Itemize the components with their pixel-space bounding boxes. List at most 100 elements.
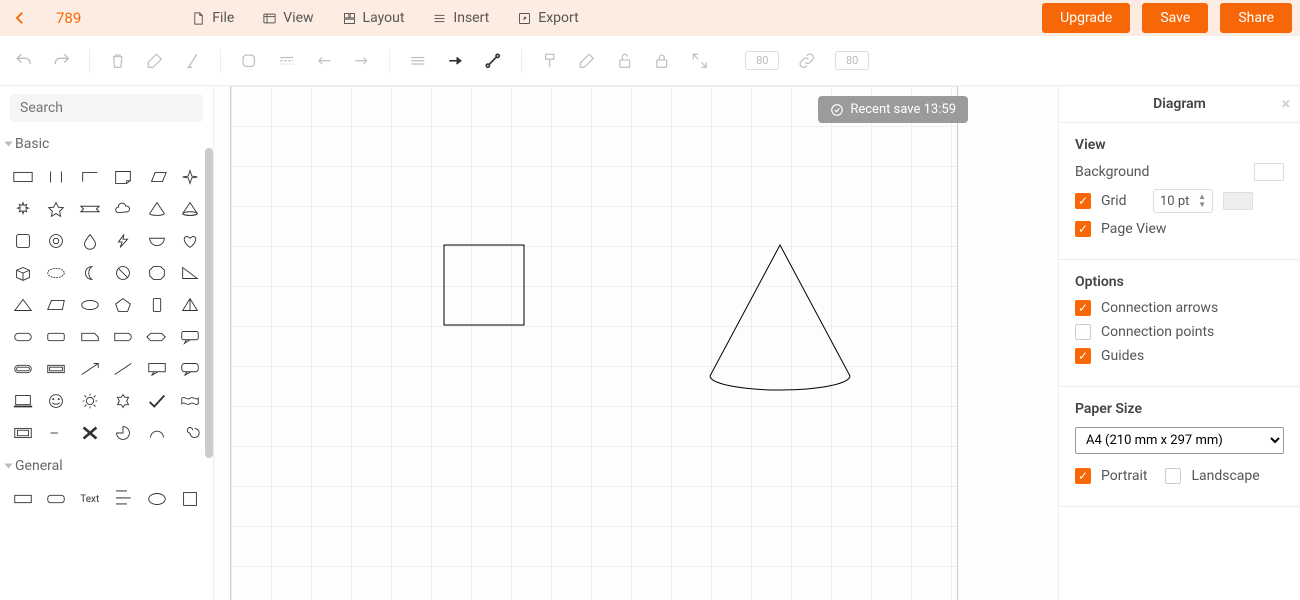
shape-pill[interactable] bbox=[8, 324, 38, 350]
shape-callout[interactable] bbox=[176, 324, 206, 350]
shape-cloud[interactable] bbox=[109, 196, 139, 222]
shape-smiley[interactable] bbox=[42, 388, 72, 414]
canvas-shape-square[interactable] bbox=[443, 244, 525, 326]
lock-open-button[interactable] bbox=[615, 50, 635, 72]
canvas-shape-cone[interactable] bbox=[705, 244, 855, 394]
dim-box-2[interactable]: 80 bbox=[835, 51, 869, 70]
shape-trapezoid[interactable] bbox=[42, 292, 72, 318]
shape-pyramid[interactable] bbox=[176, 292, 206, 318]
shape-lightning[interactable] bbox=[109, 228, 139, 254]
shape-burst[interactable] bbox=[8, 196, 38, 222]
shape-5star[interactable] bbox=[42, 196, 72, 222]
back-button[interactable] bbox=[8, 6, 32, 30]
lock-button[interactable] bbox=[652, 50, 672, 72]
shape-tab[interactable] bbox=[109, 324, 139, 350]
shape-pentagon[interactable] bbox=[109, 292, 139, 318]
shape-4star[interactable] bbox=[176, 164, 206, 190]
shape-banner[interactable] bbox=[75, 196, 105, 222]
shape-laptop[interactable] bbox=[8, 388, 38, 414]
shape-x[interactable] bbox=[75, 420, 105, 446]
menu-file[interactable]: File bbox=[191, 10, 234, 26]
share-button[interactable]: Share bbox=[1220, 3, 1292, 33]
shape-snip-rect[interactable] bbox=[75, 324, 105, 350]
grid-checkbox[interactable]: ✓ bbox=[1075, 193, 1091, 209]
shape-cone-outline[interactable] bbox=[176, 196, 206, 222]
shape-speech-rect[interactable] bbox=[142, 356, 172, 382]
shape-frame[interactable] bbox=[8, 420, 38, 446]
shape-speech-round[interactable] bbox=[176, 356, 206, 382]
dim-box-1[interactable]: 80 bbox=[745, 51, 779, 70]
conn-arrows-checkbox[interactable]: ✓ bbox=[1075, 300, 1091, 316]
redo-button[interactable] bbox=[52, 50, 72, 72]
shape-drop[interactable] bbox=[75, 228, 105, 254]
connection-arrow-button[interactable] bbox=[446, 50, 466, 72]
shape-half-circle[interactable] bbox=[142, 228, 172, 254]
pageview-checkbox[interactable]: ✓ bbox=[1075, 221, 1091, 237]
shape-check[interactable] bbox=[142, 388, 172, 414]
shape-scribble-oval[interactable] bbox=[42, 260, 72, 286]
canvas[interactable]: Recent save 13:59 bbox=[214, 86, 1058, 600]
shape-heart[interactable] bbox=[176, 228, 206, 254]
link-icon[interactable] bbox=[797, 50, 817, 72]
shape-hex-tag[interactable] bbox=[142, 324, 172, 350]
shape-rect-g[interactable] bbox=[8, 486, 38, 512]
shape-minus[interactable] bbox=[42, 420, 72, 446]
shape-rectangle[interactable] bbox=[8, 164, 38, 190]
edit-style-button[interactable] bbox=[145, 50, 165, 72]
landscape-checkbox[interactable] bbox=[1165, 468, 1181, 484]
grid-size-input[interactable]: 10 pt ▲▼ bbox=[1153, 189, 1213, 213]
category-general[interactable]: General bbox=[0, 452, 213, 480]
save-button[interactable]: Save bbox=[1142, 3, 1208, 33]
shape-rounded-g[interactable] bbox=[42, 486, 72, 512]
shape-partial-rect-right[interactable] bbox=[42, 164, 72, 190]
category-basic[interactable]: Basic bbox=[0, 130, 213, 158]
shape-octagon[interactable] bbox=[142, 260, 172, 286]
connection-style-button[interactable] bbox=[408, 50, 428, 72]
shape-ellipse[interactable] bbox=[75, 292, 105, 318]
menu-view[interactable]: View bbox=[262, 10, 313, 26]
guides-checkbox[interactable]: ✓ bbox=[1075, 348, 1091, 364]
line-style-button[interactable] bbox=[277, 50, 297, 72]
shape-corner[interactable] bbox=[75, 164, 105, 190]
format-painter-button[interactable] bbox=[540, 50, 560, 72]
shape-6star[interactable] bbox=[109, 388, 139, 414]
document-title[interactable]: 789 bbox=[56, 9, 81, 27]
portrait-checkbox[interactable]: ✓ bbox=[1075, 468, 1091, 484]
waypoint-button[interactable] bbox=[483, 50, 503, 72]
background-swatch[interactable] bbox=[1254, 163, 1284, 181]
shape-triangle[interactable] bbox=[8, 292, 38, 318]
search-input[interactable] bbox=[20, 100, 198, 116]
shape-ticket[interactable] bbox=[42, 356, 72, 382]
shape-sun[interactable] bbox=[75, 388, 105, 414]
arrow-end-button[interactable] bbox=[352, 50, 372, 72]
menu-layout[interactable]: Layout bbox=[342, 10, 405, 26]
shape-line[interactable] bbox=[109, 356, 139, 382]
shape-parallelogram[interactable] bbox=[142, 164, 172, 190]
shape-rounded-rect[interactable] bbox=[42, 324, 72, 350]
shape-rounded-square[interactable] bbox=[8, 228, 38, 254]
shape-pill-vert[interactable] bbox=[142, 292, 172, 318]
conn-points-checkbox[interactable] bbox=[1075, 324, 1091, 340]
delete-button[interactable] bbox=[108, 50, 128, 72]
shape-ticket-round[interactable] bbox=[8, 356, 38, 382]
upgrade-button[interactable]: Upgrade bbox=[1042, 3, 1130, 33]
grid-color-swatch[interactable] bbox=[1223, 192, 1253, 210]
search-box[interactable] bbox=[10, 94, 203, 122]
expand-button[interactable] bbox=[690, 50, 710, 72]
menu-insert[interactable]: Insert bbox=[432, 10, 489, 26]
shape-spiral[interactable] bbox=[176, 420, 206, 446]
eraser-button[interactable] bbox=[577, 50, 597, 72]
paper-size-select[interactable]: A4 (210 mm x 297 mm) bbox=[1075, 427, 1284, 454]
shape-arc[interactable] bbox=[142, 420, 172, 446]
sidebar-scrollbar[interactable] bbox=[205, 148, 213, 458]
rounded-button[interactable] bbox=[239, 50, 259, 72]
shape-square-g[interactable] bbox=[176, 486, 206, 512]
undo-button[interactable] bbox=[14, 50, 34, 72]
shape-wave[interactable] bbox=[176, 388, 206, 414]
shape-donut[interactable] bbox=[42, 228, 72, 254]
shape-right-triangle[interactable] bbox=[176, 260, 206, 286]
shape-moon[interactable] bbox=[75, 260, 105, 286]
shape-pie[interactable] bbox=[109, 420, 139, 446]
shape-no[interactable] bbox=[109, 260, 139, 286]
shape-arrow-line[interactable] bbox=[75, 356, 105, 382]
